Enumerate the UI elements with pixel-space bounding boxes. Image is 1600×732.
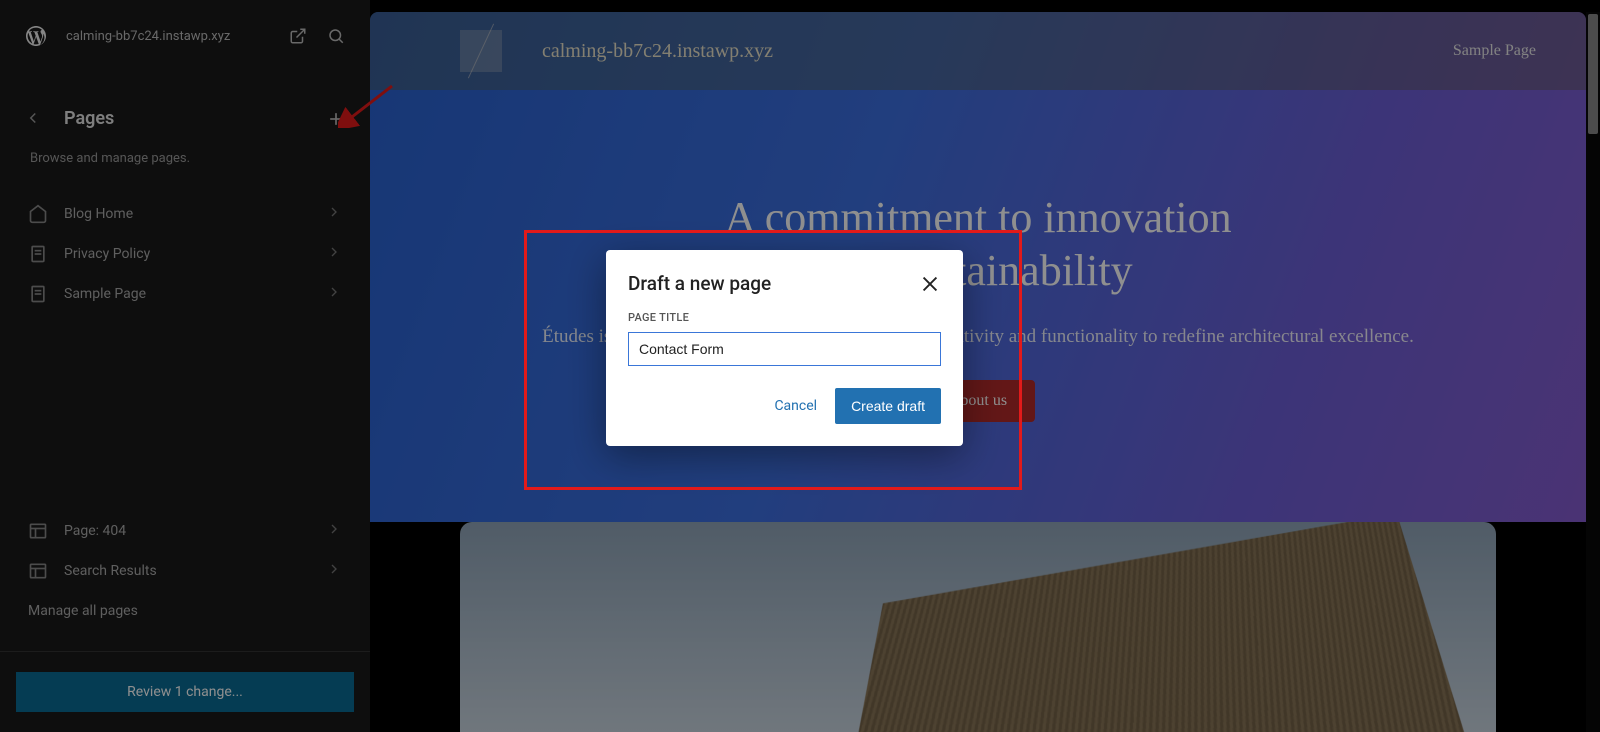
preview-site-title[interactable]: calming-bb7c24.instawp.xyz <box>542 40 773 63</box>
chevron-right-icon <box>326 561 342 581</box>
page-item-search-results[interactable]: Search Results <box>0 551 370 591</box>
sidebar: calming-bb7c24.instawp.xyz Pages Browse … <box>0 0 370 732</box>
page-title-label: PAGE TITLE <box>628 311 941 324</box>
item-label: Sample Page <box>64 286 310 302</box>
back-icon[interactable] <box>24 109 44 129</box>
review-changes-button[interactable]: Review 1 change... <box>16 672 354 712</box>
open-external-icon[interactable] <box>288 26 308 46</box>
divider <box>0 651 370 652</box>
sidebar-subtitle: Browse and manage pages. <box>0 139 370 178</box>
scrollbar-thumb[interactable] <box>1588 14 1598 134</box>
add-page-button[interactable] <box>326 109 346 129</box>
nav-sample-page[interactable]: Sample Page <box>1453 42 1536 60</box>
site-name: calming-bb7c24.instawp.xyz <box>66 29 270 44</box>
item-label: Page: 404 <box>64 523 310 539</box>
create-draft-button[interactable]: Create draft <box>835 388 941 424</box>
site-logo-placeholder[interactable] <box>460 30 502 72</box>
draft-page-modal: Draft a new page PAGE TITLE Cancel Creat… <box>606 250 963 446</box>
chevron-right-icon <box>326 244 342 264</box>
hero-image <box>460 522 1496 732</box>
chevron-right-icon <box>326 521 342 541</box>
chevron-right-icon <box>326 284 342 304</box>
page-item-blog-home[interactable]: Blog Home <box>0 194 370 234</box>
page-icon <box>28 284 48 304</box>
wordpress-logo-icon[interactable] <box>24 24 48 48</box>
modal-title: Draft a new page <box>628 272 771 295</box>
home-icon <box>28 204 48 224</box>
page-item-404[interactable]: Page: 404 <box>0 511 370 551</box>
cancel-button[interactable]: Cancel <box>774 398 817 414</box>
item-label: Search Results <box>64 563 310 579</box>
page-icon <box>28 244 48 264</box>
sidebar-heading: Pages <box>64 108 306 129</box>
layout-icon <box>28 561 48 581</box>
search-icon[interactable] <box>326 26 346 46</box>
page-item-sample[interactable]: Sample Page <box>0 274 370 314</box>
page-title-input[interactable] <box>628 332 941 366</box>
scrollbar[interactable] <box>1586 12 1600 732</box>
manage-all-pages-link[interactable]: Manage all pages <box>0 591 370 631</box>
page-item-privacy[interactable]: Privacy Policy <box>0 234 370 274</box>
close-icon[interactable] <box>919 273 941 295</box>
item-label: Privacy Policy <box>64 246 310 262</box>
chevron-right-icon <box>326 204 342 224</box>
preview-header: calming-bb7c24.instawp.xyz Sample Page <box>370 12 1586 90</box>
site-preview: calming-bb7c24.instawp.xyz Sample Page A… <box>370 0 1600 732</box>
item-label: Blog Home <box>64 206 310 222</box>
layout-icon <box>28 521 48 541</box>
